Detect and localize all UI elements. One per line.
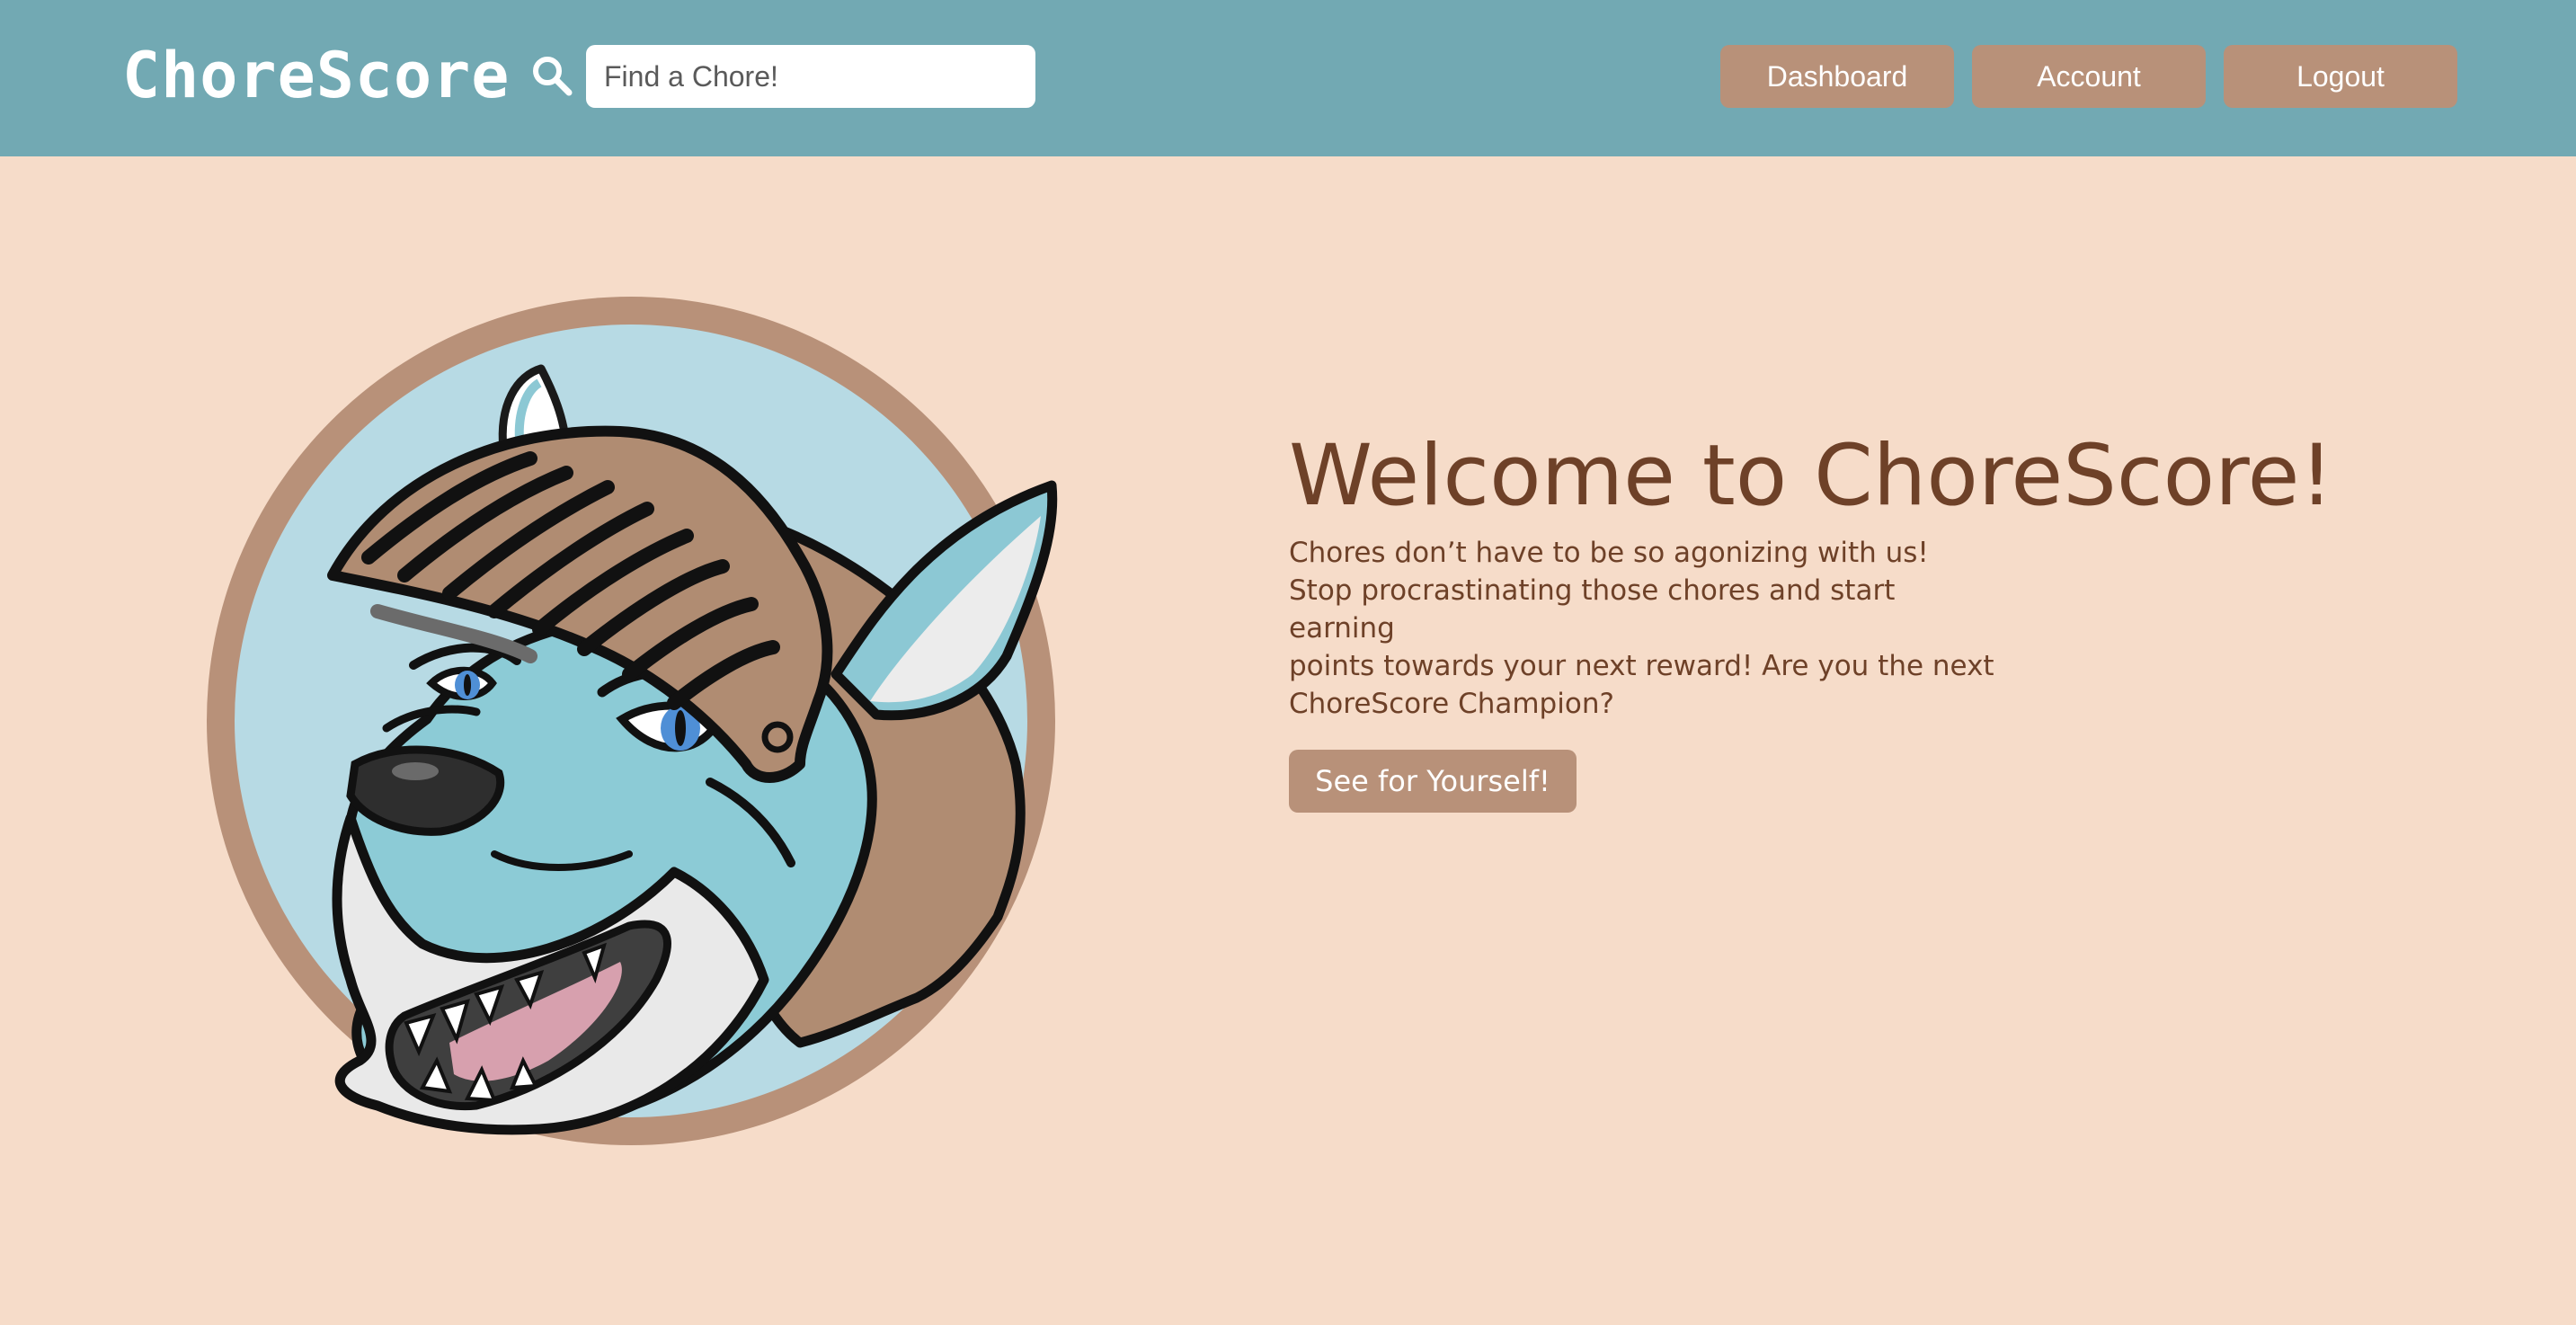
- navbar: ChoreScore Dashboard Account Logout: [0, 0, 2576, 156]
- logout-button[interactable]: Logout: [2224, 45, 2457, 108]
- knight-wolf-mascot: [207, 297, 1058, 1145]
- see-for-yourself-button[interactable]: See for Yourself!: [1289, 750, 1577, 813]
- dashboard-button[interactable]: Dashboard: [1720, 45, 1954, 108]
- search-input[interactable]: [586, 45, 1035, 108]
- search-icon[interactable]: [530, 54, 573, 97]
- hero-line-3: points towards your next reward! Are you…: [1289, 650, 1994, 682]
- brand-logo[interactable]: ChoreScore: [122, 40, 510, 111]
- hero-line-4: ChoreScore Champion?: [1289, 688, 1614, 720]
- account-button[interactable]: Account: [1972, 45, 2206, 108]
- hero-title: Welcome to ChoreScore!: [1289, 427, 2334, 525]
- hero-description: Chores don’t have to be so agonizing wit…: [1289, 534, 2008, 723]
- hero-line-1: Chores don’t have to be so agonizing wit…: [1289, 537, 1929, 569]
- hero-line-2: Stop procrastinating those chores and st…: [1289, 574, 1896, 645]
